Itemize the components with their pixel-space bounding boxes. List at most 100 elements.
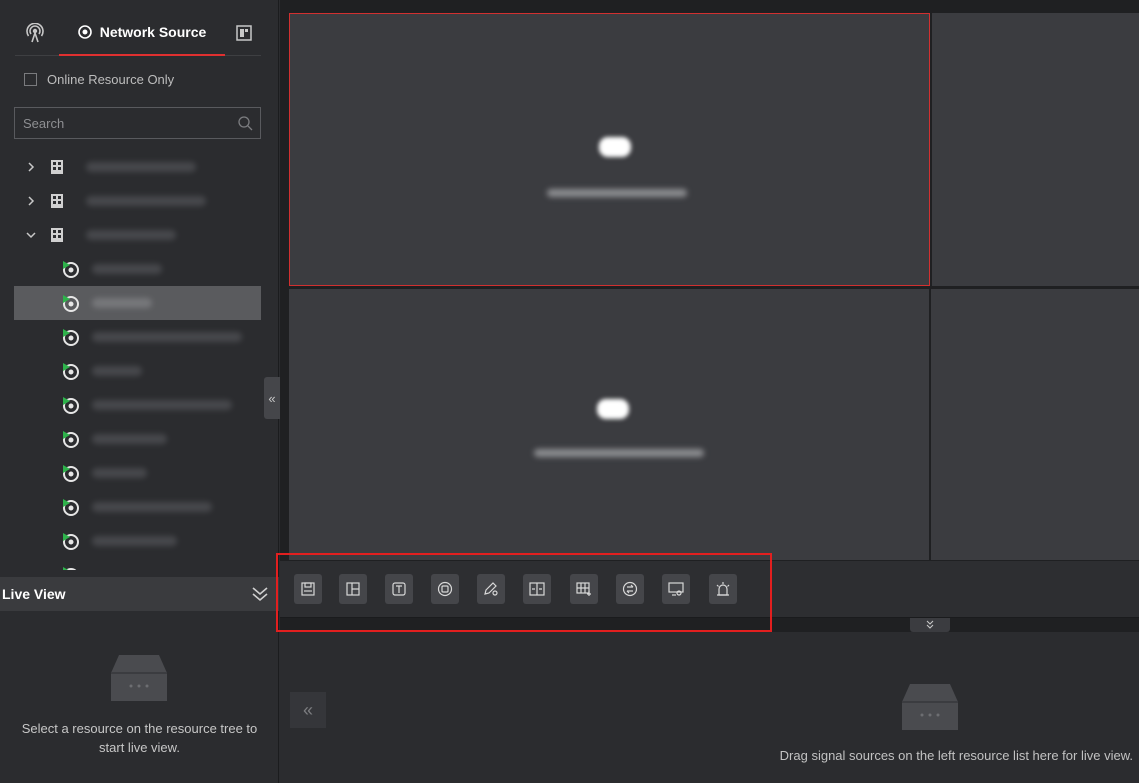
switch-button[interactable]: [616, 574, 644, 604]
search-box: [14, 107, 261, 139]
online-only-label: Online Resource Only: [47, 72, 175, 87]
camera-online-icon: [63, 363, 79, 380]
screen-view-icon: [668, 582, 684, 596]
camera-icon: [599, 137, 631, 157]
expand-bottom-tab[interactable]: [910, 618, 950, 632]
chevron-right-icon[interactable]: [24, 161, 38, 173]
video-window-1[interactable]: [289, 13, 930, 286]
tree-area-row-expanded[interactable]: [14, 218, 261, 252]
empty-box-icon: [111, 655, 167, 701]
tab-network-source[interactable]: Network Source: [59, 10, 225, 56]
camera-icon: [597, 399, 629, 419]
resource-tree: [14, 150, 261, 570]
redacted-camera-name: [547, 189, 687, 197]
tree-camera-row[interactable]: [14, 354, 261, 388]
camera-online-icon: [63, 295, 79, 312]
camera-online-icon: [63, 499, 79, 516]
tree-camera-row[interactable]: [14, 490, 261, 524]
tree-camera-row[interactable]: [14, 558, 261, 570]
camera-online-icon: [63, 261, 79, 278]
network-source-icon: [77, 25, 92, 39]
tree-camera-row-selected[interactable]: [14, 286, 261, 320]
screen-view-button[interactable]: [662, 574, 690, 604]
building-icon: [51, 228, 63, 242]
redacted-label: [86, 230, 176, 240]
redacted-label: [92, 264, 162, 274]
tab-resource[interactable]: [15, 10, 55, 56]
live-view-empty-message: Select a resource on the resource tree t…: [21, 721, 258, 755]
live-view-header[interactable]: Live View: [0, 577, 279, 611]
redacted-label: [92, 434, 167, 444]
tree-camera-row[interactable]: [14, 524, 261, 558]
redacted-label: [86, 196, 206, 206]
online-only-checkbox[interactable]: [24, 73, 37, 86]
redacted-camera-name: [534, 449, 704, 457]
text-overlay-button[interactable]: [385, 574, 413, 604]
window-division-button[interactable]: [339, 574, 367, 604]
grid-add-button[interactable]: [570, 574, 598, 604]
live-view-empty-state: Select a resource on the resource tree t…: [0, 611, 279, 783]
tree-camera-row[interactable]: [14, 388, 261, 422]
video-window-2[interactable]: [932, 13, 1139, 286]
redacted-label: [92, 332, 242, 342]
tree-camera-row[interactable]: [14, 456, 261, 490]
camera-online-icon: [63, 329, 79, 346]
switch-icon: [622, 581, 638, 597]
window-division-icon: [346, 582, 360, 596]
building-icon: [51, 194, 63, 208]
split-screen-icon: [529, 582, 545, 596]
video-window-3[interactable]: [289, 289, 929, 560]
redacted-label: [92, 366, 142, 376]
resource-panel: Network Source Online Resource Only Sear…: [0, 0, 280, 783]
tree-camera-row[interactable]: [14, 320, 261, 354]
drop-area-message: Drag signal sources on the left resource…: [779, 748, 1133, 763]
redacted-label: [86, 162, 196, 172]
roaming-icon: [437, 581, 453, 597]
building-icon: [51, 160, 63, 174]
camera-online-icon: [63, 567, 77, 570]
chevron-down-icon[interactable]: [24, 231, 38, 239]
edit-button[interactable]: [477, 574, 505, 604]
app-window: Network Source Online Resource Only Sear…: [0, 0, 1139, 783]
redacted-label: [92, 468, 147, 478]
camera-online-icon: [63, 533, 79, 550]
camera-online-icon: [63, 465, 79, 482]
signal-icon: [26, 23, 44, 43]
roaming-button[interactable]: [431, 574, 459, 604]
video-window-4[interactable]: [931, 289, 1139, 560]
split-screen-button[interactable]: [523, 574, 551, 604]
search-input[interactable]: [15, 115, 230, 131]
view-icon: [236, 25, 252, 41]
live-view-area: « Drag signal sources on the left resour…: [280, 0, 1139, 783]
double-chevron-down-icon[interactable]: [251, 586, 269, 602]
redacted-label: [92, 536, 177, 546]
redacted-label: [92, 298, 152, 308]
collapse-panel-handle[interactable]: «: [264, 377, 280, 419]
tree-area-row[interactable]: [14, 184, 261, 218]
tab-network-source-label: Network Source: [99, 24, 207, 40]
double-chevron-down-icon: [926, 620, 934, 629]
camera-online-icon: [63, 431, 79, 448]
signal-drop-area[interactable]: « Drag signal sources on the left resour…: [280, 632, 1139, 783]
text-overlay-icon: [392, 582, 406, 596]
chevron-right-icon[interactable]: [24, 195, 38, 207]
live-view-toolbar: [280, 561, 1139, 618]
edit-icon: [484, 582, 498, 596]
empty-box-icon: [902, 684, 958, 730]
live-view-title: Live View: [2, 586, 66, 602]
redacted-label: [92, 400, 232, 410]
tree-area-row[interactable]: [14, 150, 261, 184]
search-icon[interactable]: [230, 108, 260, 138]
redacted-label: [92, 502, 212, 512]
tree-camera-row[interactable]: [14, 252, 261, 286]
scroll-left-button[interactable]: «: [290, 692, 326, 728]
online-only-row[interactable]: Online Resource Only: [24, 72, 174, 87]
tab-view[interactable]: [227, 10, 261, 56]
camera-online-icon: [63, 397, 79, 414]
alarm-icon: [716, 582, 730, 596]
tree-camera-row[interactable]: [14, 422, 261, 456]
save-view-button[interactable]: [294, 574, 322, 604]
panel-tabs: Network Source: [15, 10, 261, 56]
grid-add-icon: [576, 582, 591, 596]
alarm-button[interactable]: [709, 574, 737, 604]
